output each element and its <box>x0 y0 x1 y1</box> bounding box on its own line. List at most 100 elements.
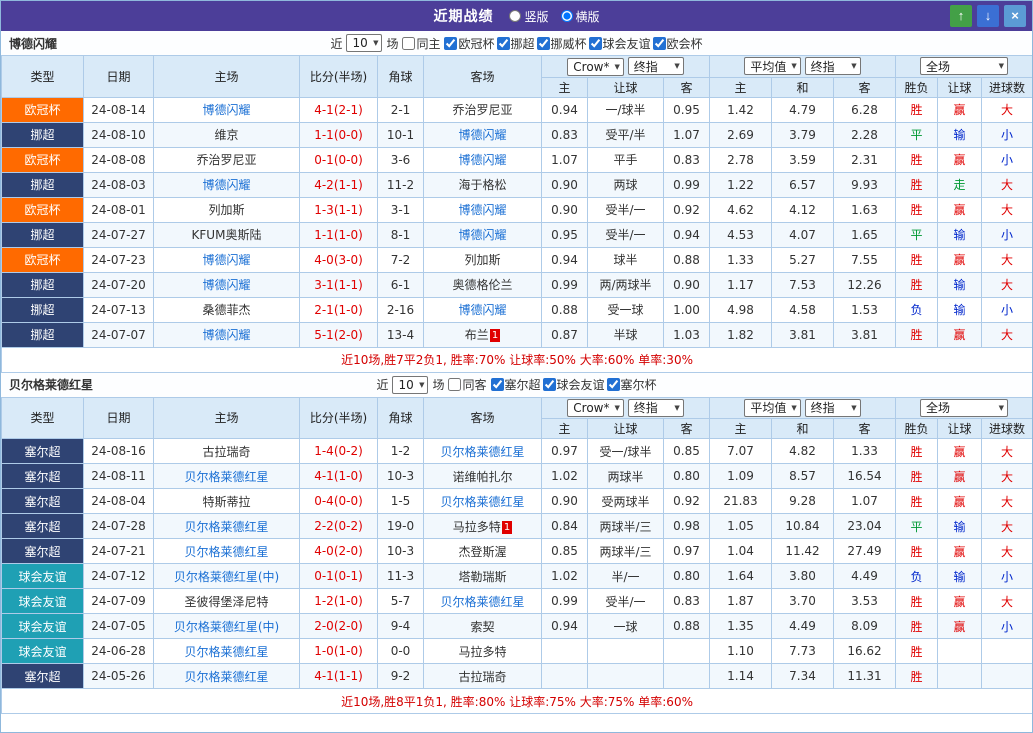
away-team[interactable]: 博德闪耀 <box>424 147 542 172</box>
league-checkbox[interactable] <box>653 37 666 50</box>
away-team[interactable]: 博德闪耀 <box>424 122 542 147</box>
home-team[interactable]: 列加斯 <box>154 197 300 222</box>
away-team[interactable]: 乔治罗尼亚 <box>424 97 542 122</box>
home-team[interactable]: 贝尔格莱德红星 <box>154 664 300 689</box>
league-filter-item[interactable]: 塞尔超 <box>491 376 541 393</box>
home-team[interactable]: 圣彼得堡泽尼特 <box>154 589 300 614</box>
away-team[interactable]: 列加斯 <box>424 247 542 272</box>
same-side-filter[interactable]: 同主 <box>402 35 440 52</box>
away-team[interactable]: 贝尔格莱德红星 <box>424 439 542 464</box>
avg-time-select[interactable]: 终指▼ <box>805 399 861 417</box>
home-team[interactable]: 乔治罗尼亚 <box>154 147 300 172</box>
league-checkbox[interactable] <box>537 37 550 50</box>
league-filter-item[interactable]: 塞尔杯 <box>607 376 657 393</box>
same-side-filter[interactable]: 同客 <box>448 376 486 393</box>
same-side-checkbox[interactable] <box>448 378 461 391</box>
away-team[interactable]: 奥德格伦兰 <box>424 272 542 297</box>
league-badge: 球会友谊 <box>2 614 84 639</box>
home-team[interactable]: 博德闪耀 <box>154 97 300 122</box>
away-team[interactable]: 博德闪耀 <box>424 197 542 222</box>
odds-time-select[interactable]: 终指▼ <box>628 399 684 417</box>
away-team[interactable]: 贝尔格莱德红星 <box>424 489 542 514</box>
league-filter-item[interactable]: 挪超 <box>497 35 535 52</box>
avg-provider-select[interactable]: 平均值▼ <box>744 57 800 75</box>
league-badge: 球会友谊 <box>2 639 84 664</box>
col-corners: 角球 <box>378 56 424 98</box>
away-team[interactable]: 贝尔格莱德红星 <box>424 589 542 614</box>
home-team[interactable]: 特斯蒂拉 <box>154 489 300 514</box>
away-team[interactable]: 古拉瑞奇 <box>424 664 542 689</box>
away-team[interactable]: 布兰1 <box>424 322 542 347</box>
home-team[interactable]: 贝尔格莱德红星 <box>154 464 300 489</box>
avg-provider-select[interactable]: 平均值▼ <box>744 399 800 417</box>
goals-result-badge <box>982 664 1033 689</box>
away-team[interactable]: 马拉多特1 <box>424 514 542 539</box>
away-team[interactable]: 马拉多特 <box>424 639 542 664</box>
away-team[interactable]: 诺维帕扎尔 <box>424 464 542 489</box>
handicap-result-badge: 走 <box>938 172 982 197</box>
league-checkbox[interactable] <box>607 378 620 391</box>
home-team[interactable]: 博德闪耀 <box>154 172 300 197</box>
match-score: 2-0(2-0) <box>300 614 378 639</box>
league-checkbox[interactable] <box>543 378 556 391</box>
home-team[interactable]: 博德闪耀 <box>154 247 300 272</box>
home-team[interactable]: KFUM奥斯陆 <box>154 222 300 247</box>
match-row: 球会友谊 24-06-28 贝尔格莱德红星 1-0(1-0) 0-0 马拉多特 … <box>2 639 1033 664</box>
match-count-select[interactable]: 10▼ <box>346 34 382 52</box>
away-team[interactable]: 索契 <box>424 614 542 639</box>
away-team[interactable]: 杰登斯渥 <box>424 539 542 564</box>
league-checkbox[interactable] <box>497 37 510 50</box>
goals-result-badge: 大 <box>982 247 1033 272</box>
close-button[interactable]: × <box>1004 5 1026 27</box>
same-side-label: 同客 <box>462 376 486 393</box>
league-filter-item[interactable]: 球会友谊 <box>543 376 605 393</box>
match-count-select[interactable]: 10▼ <box>392 376 428 394</box>
away-odds: 0.85 <box>664 439 710 464</box>
home-team[interactable]: 贝尔格莱德红星 <box>154 639 300 664</box>
corner-score: 6-1 <box>378 272 424 297</box>
layout-option-vertical[interactable]: 竖版 <box>509 8 548 25</box>
league-checkbox[interactable] <box>444 37 457 50</box>
away-odds: 1.00 <box>664 297 710 322</box>
scope-select[interactable]: 全场▼ <box>920 399 1008 417</box>
match-row: 球会友谊 24-07-12 贝尔格莱德红星(中) 0-1(0-1) 11-3 塔… <box>2 564 1033 589</box>
away-team[interactable]: 海于格松 <box>424 172 542 197</box>
home-team[interactable]: 维京 <box>154 122 300 147</box>
league-filter-item[interactable]: 球会友谊 <box>589 35 651 52</box>
league-checkbox[interactable] <box>491 378 504 391</box>
home-team[interactable]: 贝尔格莱德红星(中) <box>154 614 300 639</box>
home-team[interactable]: 贝尔格莱德红星(中) <box>154 564 300 589</box>
layout-option-horizontal[interactable]: 横版 <box>561 8 600 25</box>
league-filter-item[interactable]: 欧会杯 <box>653 35 703 52</box>
home-team[interactable]: 贝尔格莱德红星 <box>154 539 300 564</box>
home-team[interactable]: 贝尔格莱德红星 <box>154 514 300 539</box>
horizontal-radio[interactable] <box>561 10 573 22</box>
col-away: 客场 <box>424 56 542 98</box>
avg-time-select[interactable]: 终指▼ <box>805 57 861 75</box>
odds-provider-select[interactable]: Crow*▼ <box>567 399 624 417</box>
handicap-line: 受一球 <box>588 297 664 322</box>
handicap-line: 两球半 <box>588 464 664 489</box>
home-team[interactable]: 博德闪耀 <box>154 322 300 347</box>
move-up-button[interactable]: ↑ <box>950 5 972 27</box>
vertical-radio[interactable] <box>509 10 521 22</box>
away-team[interactable]: 博德闪耀 <box>424 222 542 247</box>
league-filter-item[interactable]: 欧冠杯 <box>444 35 494 52</box>
scope-select[interactable]: 全场▼ <box>920 57 1008 75</box>
odds-provider-select[interactable]: Crow*▼ <box>567 58 624 76</box>
match-date: 24-08-11 <box>84 464 154 489</box>
league-filter-item[interactable]: 挪威杯 <box>537 35 587 52</box>
goals-result-badge: 小 <box>982 614 1033 639</box>
league-checkbox[interactable] <box>589 37 602 50</box>
same-side-checkbox[interactable] <box>402 37 415 50</box>
odds-time-select[interactable]: 终指▼ <box>628 57 684 75</box>
move-down-button[interactable]: ↓ <box>977 5 999 27</box>
home-team-section: 博德闪耀 近 10▼ 场 同主 欧冠杯挪超挪威杯球会友谊欧会杯 <box>1 31 1032 373</box>
away-team[interactable]: 塔勒瑞斯 <box>424 564 542 589</box>
away-team[interactable]: 博德闪耀 <box>424 297 542 322</box>
home-team[interactable]: 古拉瑞奇 <box>154 439 300 464</box>
match-date: 24-05-26 <box>84 664 154 689</box>
scope-value: 全场 <box>926 58 950 75</box>
home-team[interactable]: 桑德菲杰 <box>154 297 300 322</box>
home-team[interactable]: 博德闪耀 <box>154 272 300 297</box>
